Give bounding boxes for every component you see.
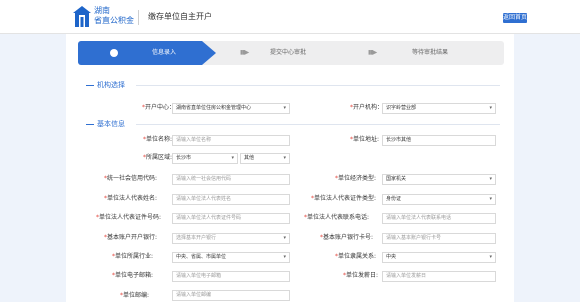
- step-dot-icon: [110, 49, 118, 57]
- unit-address-input[interactable]: 长沙市其他: [382, 135, 496, 146]
- bank-select[interactable]: 选择基本开户银行: [172, 233, 290, 244]
- legal-cert-type-label: *单位法人代表证件类型:: [311, 195, 377, 202]
- unit-name-input[interactable]: 请输入单位名称: [172, 135, 290, 146]
- legal-cert-type-select[interactable]: 身份证: [382, 194, 496, 205]
- step-arrow-icon: ▮▮▶: [240, 49, 249, 56]
- region-city-select[interactable]: 长沙市: [172, 153, 238, 164]
- industry-label: *单位所属行业:: [112, 253, 154, 260]
- brand: 湖南 省直公积金: [94, 6, 134, 26]
- section-agency: 机构选择: [86, 80, 125, 90]
- org-select[interactable]: 识字岭营业部: [382, 103, 496, 114]
- affiliation-select[interactable]: 中央: [382, 252, 496, 263]
- home-button[interactable]: 返回首页: [503, 13, 527, 23]
- progress-steps: 信息录入 ▮▮▶ 提交中心审批 ▮▮▶ 等待审批结果: [78, 41, 504, 65]
- found-date-label: *单位发薪日:: [343, 272, 379, 279]
- legal-name-label: *单位法人代表姓名:: [104, 195, 158, 202]
- section-basic: 基本信息: [86, 119, 125, 129]
- credit-code-label: *统一社会信用代码:: [104, 175, 158, 182]
- legal-cert-no-input[interactable]: 请输入单位法人代表证件号码: [172, 213, 290, 224]
- bank-label: *基本账户开户银行:: [104, 234, 158, 241]
- header-bar: 湖南 省直公积金 缴存单位自主开户 返回首页: [0, 0, 580, 34]
- center-select[interactable]: 湖南省直单位住房公积金管理中心: [172, 103, 290, 114]
- unit-address-label: *单位地址:: [350, 136, 380, 143]
- bank-account-input[interactable]: 请输入基本账户银行卡号: [382, 233, 496, 244]
- email-label: *单位电子邮箱:: [112, 272, 154, 279]
- legal-phone-label: *单位法人代表联系电话:: [304, 214, 370, 221]
- postcode-input[interactable]: 请输入单位邮编: [172, 290, 290, 301]
- econ-type-select[interactable]: 国家机关: [382, 174, 496, 185]
- unit-name-label: *单位名称:: [143, 136, 173, 143]
- legal-name-input[interactable]: 请输入单位法人代表姓名: [172, 194, 290, 205]
- region-label: *所属区域:: [143, 154, 173, 161]
- step-submit-approval: 提交中心审批: [270, 49, 307, 56]
- legal-cert-no-label: *单位法人代表证件号码:: [96, 214, 162, 221]
- region-district-select[interactable]: 其他: [240, 153, 290, 164]
- step-active-bg: [78, 41, 216, 65]
- credit-code-input[interactable]: 请输入统一社会信用代码: [172, 174, 290, 185]
- page-title: 缴存单位自主开户: [148, 12, 212, 21]
- found-date-input[interactable]: 请输入单位发薪日: [382, 271, 496, 282]
- section-rule: [136, 124, 500, 125]
- brand-line1: 湖南: [94, 6, 110, 15]
- bank-account-label: *基本账户银行卡号:: [320, 234, 374, 241]
- fund-logo-icon: [73, 6, 91, 27]
- section-rule: [136, 85, 500, 86]
- brand-line2: 省直公积金: [94, 16, 134, 25]
- postcode-label: *单位邮编:: [120, 292, 150, 299]
- step-info-entry: 信息录入: [152, 49, 177, 56]
- org-label: *开户机构：: [350, 104, 384, 111]
- econ-type-label: *单位经济类型:: [335, 175, 377, 182]
- step-await-result: 等待审批结果: [412, 49, 449, 56]
- step-arrow-icon: ▮▮▶: [368, 49, 377, 56]
- industry-select[interactable]: 中央、省属、市属单位: [172, 252, 290, 263]
- affiliation-label: *单位隶属关系:: [335, 253, 377, 260]
- legal-phone-input[interactable]: 请输入单位法人代表联系电话: [382, 213, 496, 224]
- email-input[interactable]: 请输入单位电子邮箱: [172, 271, 290, 282]
- header-divider: [138, 10, 139, 25]
- center-label: *开户中心：: [142, 104, 176, 111]
